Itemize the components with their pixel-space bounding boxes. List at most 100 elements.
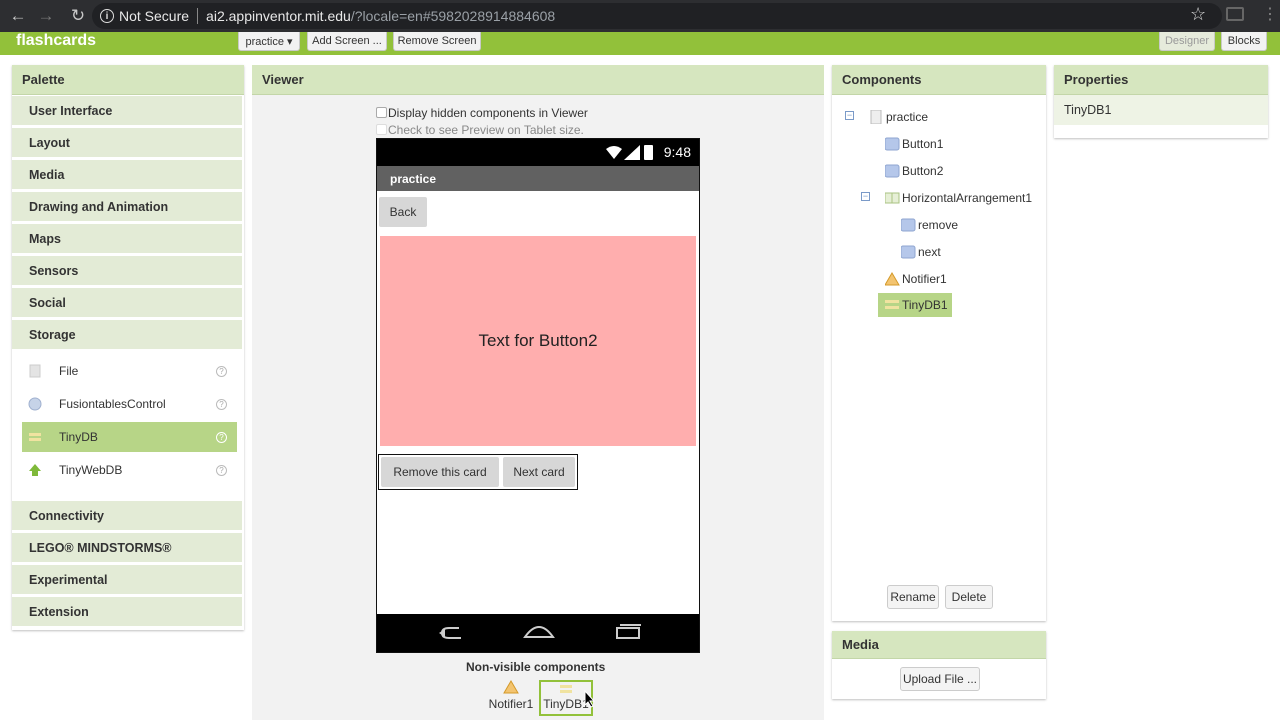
- forward-arrow-icon[interactable]: →: [34, 4, 58, 28]
- bookmark-star-icon[interactable]: ☆: [1190, 4, 1206, 25]
- phone-clock: 9:48: [663, 144, 691, 160]
- palette-item-file[interactable]: File ?: [22, 356, 237, 386]
- menu-kebab-icon[interactable]: ⋮: [1262, 4, 1278, 24]
- tree-item-button2[interactable]: Button2: [885, 160, 943, 182]
- palette-category-storage[interactable]: Storage: [12, 320, 242, 350]
- tree-item-next[interactable]: next: [901, 241, 941, 263]
- card-text-button[interactable]: Text for Button2: [380, 236, 696, 446]
- url-path: /?locale=en#5982028914884608: [350, 8, 556, 24]
- palette-item-label: FusiontablesControl: [59, 397, 166, 411]
- tree-item-notifier1[interactable]: Notifier1: [885, 268, 947, 290]
- mouse-cursor-icon: [584, 690, 596, 708]
- phone-status-bar: 9:48: [377, 139, 699, 166]
- add-screen-button[interactable]: Add Screen ...: [307, 32, 387, 51]
- media-panel: Media Upload File ...: [832, 631, 1046, 699]
- palette-item-tinydb[interactable]: TinyDB ?: [22, 422, 237, 452]
- warning-icon: [885, 272, 900, 286]
- android-back-icon: [439, 627, 461, 639]
- help-icon[interactable]: ?: [216, 365, 227, 377]
- tinydb-icon: [29, 433, 41, 441]
- palette-category-maps[interactable]: Maps: [12, 224, 242, 254]
- phone-preview: 9:48 practice Back Text for Button2 Remo…: [376, 138, 700, 653]
- tinydb-icon: [560, 685, 572, 693]
- display-hidden-checkbox[interactable]: [376, 107, 387, 118]
- tablet-preview-label: Check to see Preview on Tablet size.: [388, 123, 584, 137]
- button-icon: [901, 245, 916, 259]
- horizontal-arrangement[interactable]: Remove this card Next card: [378, 454, 578, 490]
- palette-category-extension[interactable]: Extension: [12, 597, 242, 627]
- non-visible-notifier[interactable]: Notifier1: [484, 680, 538, 716]
- screen-dropdown[interactable]: practice ▾: [238, 32, 300, 51]
- warning-icon: [503, 680, 519, 694]
- media-header: Media: [832, 631, 1046, 659]
- omnibox-divider: [197, 8, 199, 24]
- palette-category-media[interactable]: Media: [12, 160, 242, 190]
- wifi-icon: [606, 146, 622, 159]
- horizontal-arrangement-icon: [885, 192, 900, 204]
- help-icon[interactable]: ?: [216, 398, 227, 410]
- url-host: ai2.appinventor.mit.edu: [206, 8, 351, 24]
- properties-panel: Properties TinyDB1: [1054, 65, 1268, 138]
- tree-item-practice[interactable]: practice: [869, 106, 928, 128]
- palette-item-label: TinyWebDB: [59, 463, 123, 477]
- palette-item-label: File: [59, 364, 79, 378]
- address-bar[interactable]: i Not Secure ai2.appinventor.mit.edu/?lo…: [92, 3, 1222, 29]
- signal-icon: [624, 145, 640, 160]
- palette-item-label: TinyDB: [59, 430, 98, 444]
- palette-category-sensors[interactable]: Sensors: [12, 256, 242, 286]
- app-topbar: flashcards practice ▾ Add Screen ... Rem…: [0, 32, 1280, 55]
- project-title: flashcards: [16, 32, 97, 49]
- phone-title-bar: practice: [377, 166, 699, 191]
- info-icon[interactable]: i: [100, 9, 114, 23]
- palette-category-user-interface[interactable]: User Interface: [12, 96, 242, 126]
- back-arrow-icon[interactable]: ←: [6, 4, 30, 28]
- designer-button[interactable]: Designer: [1159, 32, 1215, 51]
- button-icon: [885, 164, 900, 178]
- help-icon[interactable]: ?: [216, 464, 227, 476]
- properties-header: Properties: [1054, 65, 1268, 95]
- palette-item-fusiontables[interactable]: FusiontablesControl ?: [22, 389, 237, 419]
- phone-nav-bar: [377, 614, 699, 652]
- components-header: Components: [832, 65, 1046, 95]
- components-panel: Components − practice Button1 Button2 − …: [832, 65, 1046, 621]
- palette-category-connectivity[interactable]: Connectivity: [12, 501, 242, 531]
- reload-icon[interactable]: ↻: [66, 4, 90, 28]
- palette-category-drawing[interactable]: Drawing and Animation: [12, 192, 242, 222]
- palette-panel: Palette User Interface Layout Media Draw…: [12, 65, 244, 630]
- fusiontables-icon: [28, 397, 42, 411]
- battery-icon: [644, 145, 653, 160]
- delete-button[interactable]: Delete: [945, 585, 993, 609]
- rename-button[interactable]: Rename: [887, 585, 939, 609]
- palette-header: Palette: [12, 65, 244, 95]
- tinywebdb-icon: [29, 464, 41, 476]
- palette-item-tinywebdb[interactable]: TinyWebDB ?: [22, 455, 237, 485]
- palette-category-social[interactable]: Social: [12, 288, 242, 318]
- back-button[interactable]: Back: [379, 197, 427, 227]
- palette-category-layout[interactable]: Layout: [12, 128, 242, 158]
- remove-screen-button[interactable]: Remove Screen: [393, 32, 481, 51]
- tree-item-tinydb1[interactable]: TinyDB1: [878, 293, 952, 317]
- collapse-toggle[interactable]: −: [861, 192, 870, 201]
- viewer-header: Viewer: [252, 65, 824, 95]
- button-icon: [885, 137, 900, 151]
- android-recents-icon: [616, 624, 641, 639]
- android-home-icon: [523, 626, 555, 638]
- upload-file-button[interactable]: Upload File ...: [900, 667, 980, 691]
- cast-icon[interactable]: [1226, 7, 1244, 21]
- palette-category-experimental[interactable]: Experimental: [12, 565, 242, 595]
- palette-category-lego[interactable]: LEGO® MINDSTORMS®: [12, 533, 242, 563]
- next-card-button[interactable]: Next card: [503, 457, 575, 487]
- remove-card-button[interactable]: Remove this card: [381, 457, 499, 487]
- tablet-preview-checkbox[interactable]: [376, 124, 387, 135]
- browser-toolbar: ← → ↻ i Not Secure ai2.appinventor.mit.e…: [0, 0, 1280, 32]
- display-hidden-label: Display hidden components in Viewer: [388, 106, 588, 120]
- blocks-button[interactable]: Blocks: [1221, 32, 1267, 51]
- selected-component-name: TinyDB1: [1054, 95, 1268, 125]
- tree-item-remove[interactable]: remove: [901, 214, 958, 236]
- collapse-toggle[interactable]: −: [845, 111, 854, 120]
- screen-icon: [870, 110, 882, 124]
- tree-item-button1[interactable]: Button1: [885, 133, 943, 155]
- tree-item-horizontal-arrangement[interactable]: HorizontalArrangement1: [885, 187, 1032, 209]
- tinydb-icon: [885, 300, 899, 309]
- help-icon[interactable]: ?: [216, 431, 227, 443]
